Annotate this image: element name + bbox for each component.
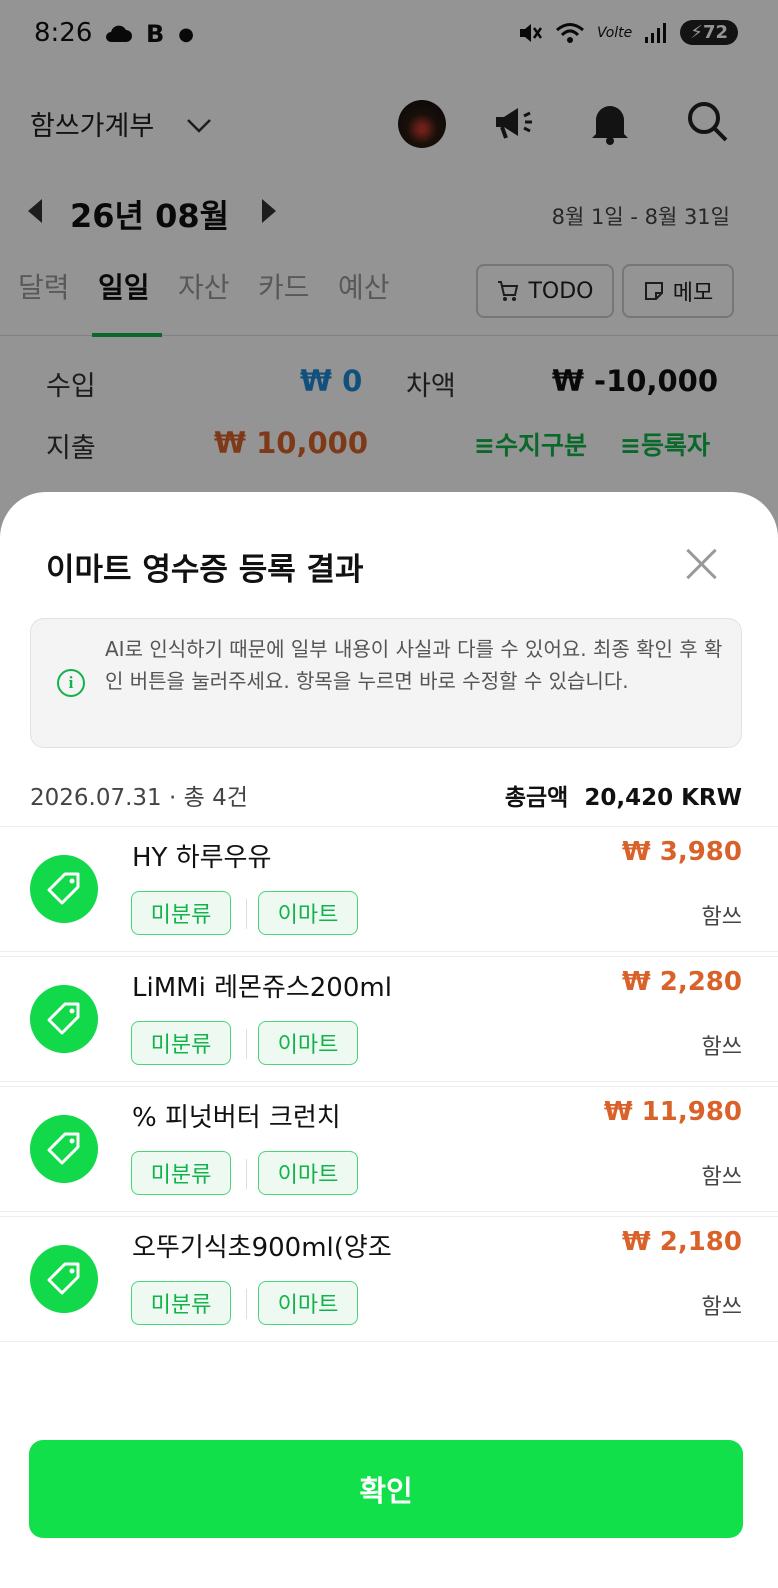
receipt-total: 총금액 20,420 KRW (504, 785, 742, 811)
item-price: ₩ 2,280 (622, 967, 742, 997)
category-chip[interactable]: 미분류 (131, 1151, 231, 1195)
item-price: ₩ 11,980 (603, 1097, 742, 1127)
receipt-date-count: 2026.07.31 · 총 4건 (30, 785, 248, 811)
price-tag-icon (30, 1115, 98, 1183)
store-chip[interactable]: 이마트 (258, 1151, 358, 1195)
store-chip[interactable]: 이마트 (258, 891, 358, 935)
item-payer: 함쓰 (701, 1035, 742, 1060)
chip-divider (246, 1029, 247, 1059)
price-tag-icon (30, 1245, 98, 1313)
price-tag-icon (30, 855, 98, 923)
item-name: % 피넛버터 크런치 (132, 1103, 341, 1133)
chip-divider (246, 1289, 247, 1319)
ai-notice-box: i AI로 인식하기 때문에 일부 내용이 사실과 다를 수 있어요. 최종 확… (30, 618, 742, 748)
category-chip[interactable]: 미분류 (131, 891, 231, 935)
close-icon[interactable] (680, 542, 724, 586)
item-payer: 함쓰 (701, 1295, 742, 1320)
item-name: 오뚜기식초900ml(양조 (132, 1233, 392, 1263)
item-name: LiMMi 레몬쥬스200ml (132, 973, 392, 1003)
item-name: HY 하루우유 (132, 843, 272, 873)
category-chip[interactable]: 미분류 (131, 1021, 231, 1065)
confirm-label: 확인 (359, 1474, 413, 1508)
price-tag-icon (30, 985, 98, 1053)
item-price: ₩ 3,980 (622, 837, 742, 867)
item-price: ₩ 2,180 (622, 1227, 742, 1257)
notice-text: AI로 인식하기 때문에 일부 내용이 사실과 다를 수 있어요. 최종 확인 … (105, 637, 723, 693)
store-chip[interactable]: 이마트 (258, 1281, 358, 1325)
chip-divider (246, 1159, 247, 1189)
item-payer: 함쓰 (701, 905, 742, 930)
store-chip[interactable]: 이마트 (258, 1021, 358, 1065)
receipt-result-sheet: 이마트 영수증 등록 결과 i AI로 인식하기 때문에 일부 내용이 사실과 … (0, 492, 778, 1588)
confirm-button[interactable]: 확인 (29, 1440, 743, 1538)
list-item[interactable]: HY 하루우유 ₩ 3,980 미분류 이마트 함쓰 (0, 826, 778, 952)
list-item[interactable]: LiMMi 레몬쥬스200ml ₩ 2,280 미분류 이마트 함쓰 (0, 956, 778, 1082)
category-chip[interactable]: 미분류 (131, 1281, 231, 1325)
chip-divider (246, 899, 247, 929)
receipt-meta: 2026.07.31 · 총 4건 총금액 20,420 KRW (30, 778, 742, 811)
sheet-title: 이마트 영수증 등록 결과 (46, 552, 364, 588)
receipt-item-list: HY 하루우유 ₩ 3,980 미분류 이마트 함쓰 LiMMi 레몬쥬스200… (0, 826, 778, 1346)
item-payer: 함쓰 (701, 1165, 742, 1190)
info-icon: i (57, 669, 85, 697)
list-item[interactable]: % 피넛버터 크런치 ₩ 11,980 미분류 이마트 함쓰 (0, 1086, 778, 1212)
list-item[interactable]: 오뚜기식초900ml(양조 ₩ 2,180 미분류 이마트 함쓰 (0, 1216, 778, 1342)
